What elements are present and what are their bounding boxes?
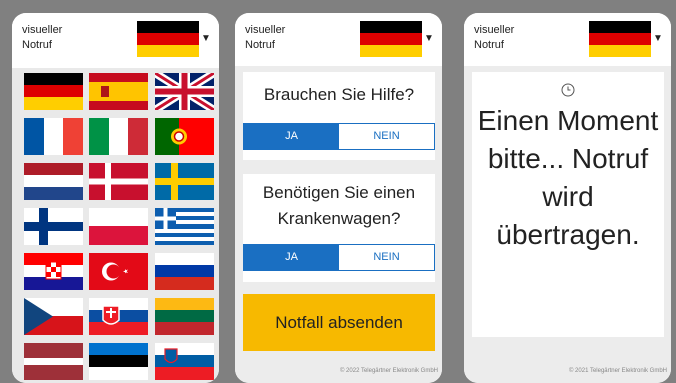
- app-title-line2: Notruf: [245, 39, 275, 51]
- clock-icon: [558, 80, 578, 100]
- flag-portuguese[interactable]: [155, 118, 214, 155]
- app-title-line2: Notruf: [474, 39, 504, 51]
- question-text: Brauchen Sie Hilfe?: [263, 85, 415, 104]
- copyright: © 2021 Telegärtner Elektronik GmbH: [568, 368, 667, 374]
- yes-button[interactable]: JA: [244, 245, 339, 270]
- yes-button[interactable]: JA: [244, 124, 339, 149]
- copyright: © 2022 Telegärtner Elektronik GmbH: [339, 368, 438, 374]
- flag-slovenian[interactable]: [155, 343, 214, 380]
- flag-polish[interactable]: [89, 208, 148, 245]
- flag-italian[interactable]: [89, 118, 148, 155]
- status-message: Einen Moment bitte... Notruf wird übertr…: [477, 105, 659, 250]
- flag-french[interactable]: [24, 118, 83, 155]
- app-header: visueller Notruf ▼: [12, 13, 219, 63]
- app-header: visueller Notruf ▼: [235, 13, 442, 63]
- no-button[interactable]: NEIN: [339, 245, 434, 270]
- language-selector[interactable]: [589, 21, 651, 57]
- app-title-line1: visueller: [245, 24, 286, 36]
- flag-latvian[interactable]: [24, 343, 83, 380]
- phone-language-select: visueller Notruf ▼: [12, 13, 219, 383]
- questions-area: Brauchen Sie Hilfe? JA NEIN Benötigen Si…: [235, 66, 442, 383]
- flag-german[interactable]: [24, 73, 83, 110]
- app-title-line1: visueller: [22, 24, 63, 36]
- app-header: visueller Notruf ▼: [464, 13, 671, 63]
- language-grid: [12, 68, 219, 383]
- flag-russian[interactable]: [155, 253, 214, 290]
- answer-toggle-ambulance: JA NEIN: [243, 244, 435, 271]
- flag-swedish[interactable]: [155, 163, 214, 200]
- phone-questions: visueller Notruf ▼ Brauchen Sie Hilfe? J…: [235, 13, 442, 383]
- chevron-down-icon[interactable]: ▼: [201, 33, 211, 44]
- flag-spanish[interactable]: [89, 73, 148, 110]
- status-area: Einen Moment bitte... Notruf wird übertr…: [464, 66, 671, 383]
- status-card: Einen Moment bitte... Notruf wird übertr…: [472, 72, 664, 337]
- flag-dutch[interactable]: [24, 163, 83, 200]
- app-title-line2: Notruf: [22, 39, 52, 51]
- app-title: visueller Notruf: [22, 23, 122, 53]
- app-title: visueller Notruf: [474, 23, 574, 53]
- send-emergency-button[interactable]: Notfall absenden: [243, 294, 435, 351]
- app-title-line1: visueller: [474, 24, 515, 36]
- flag-greek[interactable]: [155, 208, 214, 245]
- flag-slovak[interactable]: [89, 298, 148, 335]
- chevron-down-icon[interactable]: ▼: [653, 33, 663, 44]
- flag-danish[interactable]: [89, 163, 148, 200]
- phone-transmitting: visueller Notruf ▼ Einen Moment bitte...…: [464, 13, 671, 383]
- language-selector[interactable]: [137, 21, 199, 57]
- flag-finnish[interactable]: [24, 208, 83, 245]
- no-button[interactable]: NEIN: [339, 124, 434, 149]
- flag-lithuanian[interactable]: [155, 298, 214, 335]
- language-selector[interactable]: [360, 21, 422, 57]
- flag-turkish[interactable]: [89, 253, 148, 290]
- app-title: visueller Notruf: [245, 23, 345, 53]
- flag-czech[interactable]: [24, 298, 83, 335]
- question-text: Benötigen Sie einen Krankenwagen?: [262, 183, 416, 228]
- chevron-down-icon[interactable]: ▼: [424, 33, 434, 44]
- answer-toggle-help: JA NEIN: [243, 123, 435, 150]
- flag-uk[interactable]: [155, 73, 214, 110]
- flag-estonian[interactable]: [89, 343, 148, 380]
- flag-croatian[interactable]: [24, 253, 83, 290]
